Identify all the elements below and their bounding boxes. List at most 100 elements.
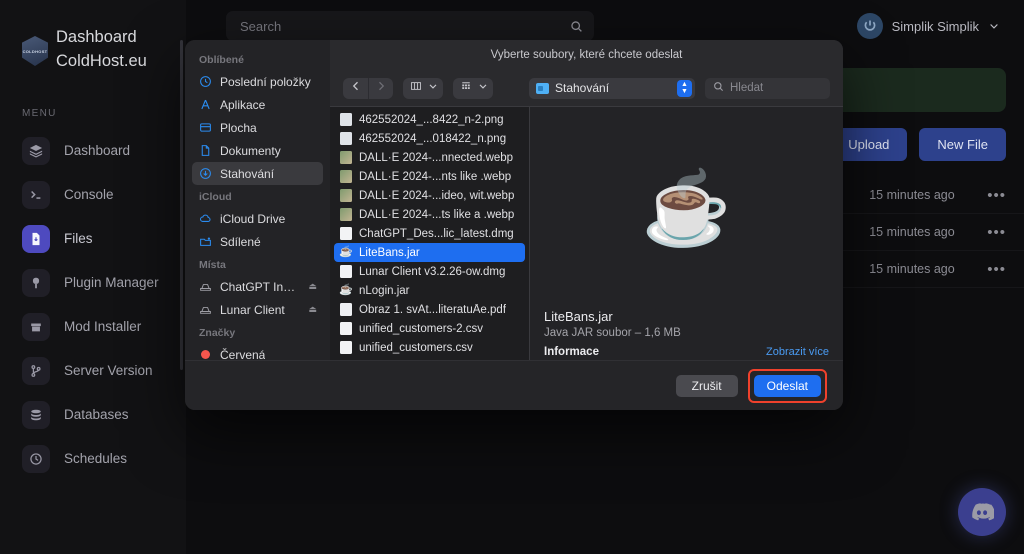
download-icon bbox=[198, 167, 212, 180]
webp-file-icon bbox=[340, 189, 352, 202]
preview-file-kind: Java JAR soubor – 1,6 MB bbox=[544, 327, 681, 339]
path-dropdown[interactable]: Stahování ▲ ▼ bbox=[529, 77, 695, 99]
show-more-link[interactable]: Zobrazit více bbox=[766, 346, 829, 358]
row-more-icon[interactable]: ••• bbox=[987, 261, 1006, 278]
forward-button[interactable] bbox=[368, 77, 393, 99]
sidebar-item-applications[interactable]: Aplikace bbox=[192, 93, 323, 116]
discord-icon bbox=[972, 502, 994, 520]
list-item[interactable]: ChatGPT_Des...lic_latest.dmg bbox=[334, 224, 525, 243]
coldhost-logo-icon: COLDHOST bbox=[22, 36, 48, 66]
row-more-icon[interactable]: ••• bbox=[987, 187, 1006, 204]
sidebar-tag-red[interactable]: Červená bbox=[192, 343, 323, 360]
list-item[interactable]: DALL·E 2024-...nts like .webp bbox=[334, 167, 525, 186]
sidebar-item-files[interactable]: Files bbox=[0, 217, 186, 261]
list-item[interactable]: ☕ nLogin.jar bbox=[334, 281, 525, 300]
sidebar-item-label: Červená bbox=[220, 347, 266, 361]
sidebar-item-shared[interactable]: Sdílené bbox=[192, 230, 323, 253]
list-item[interactable]: Lunar Client v3.2.26-ow.dmg bbox=[334, 262, 525, 281]
sidebar-item-mod-installer[interactable]: Mod Installer bbox=[0, 305, 186, 349]
list-item[interactable]: unified_customers.csv bbox=[334, 338, 525, 357]
dialog-body: Oblíbené Poslední položky Aplikace Ploch… bbox=[185, 40, 843, 360]
sidebar-item-chatgpt-installer[interactable]: ChatGPT Inst... ⏏ bbox=[192, 275, 323, 298]
up-down-stepper-icon[interactable]: ▲ ▼ bbox=[677, 79, 692, 97]
preview-pane: ☕ LiteBans.jar Java JAR soubor – 1,6 MB … bbox=[530, 107, 843, 360]
sidebar-scrollbar[interactable] bbox=[180, 40, 183, 370]
sidebar-item-label: Schedules bbox=[64, 450, 128, 466]
eject-icon[interactable]: ⏏ bbox=[308, 304, 317, 315]
webp-file-icon bbox=[340, 208, 352, 221]
file-download-icon bbox=[22, 224, 50, 253]
search-icon bbox=[713, 81, 724, 95]
chevron-down-icon bbox=[988, 20, 1000, 32]
file-name: 462552024_...8422_n-2.png bbox=[359, 113, 504, 126]
sidebar-item-console[interactable]: Console bbox=[0, 173, 186, 217]
search-box[interactable] bbox=[226, 11, 594, 41]
file-column[interactable]: 462552024_...8422_n-2.png 462552024_...0… bbox=[330, 107, 530, 360]
sidebar-item-dashboard[interactable]: Dashboard bbox=[0, 129, 186, 173]
view-group-button[interactable] bbox=[453, 77, 493, 99]
row-more-icon[interactable]: ••• bbox=[987, 224, 1006, 241]
eject-icon[interactable]: ⏏ bbox=[308, 281, 317, 292]
avatar bbox=[856, 13, 883, 39]
sidebar-item-recents[interactable]: Poslední položky bbox=[192, 70, 323, 93]
search-icon bbox=[570, 20, 583, 33]
sidebar-item-label: Dokumenty bbox=[220, 143, 281, 158]
discord-button[interactable] bbox=[958, 488, 1006, 536]
webp-file-icon bbox=[340, 151, 352, 164]
sidebar-header-icloud: iCloud bbox=[199, 191, 232, 203]
sidebar-item-label: Console bbox=[64, 186, 114, 202]
dialog-sidebar: Oblíbené Poslední položky Aplikace Ploch… bbox=[185, 40, 330, 360]
sidebar-item-databases[interactable]: Databases bbox=[0, 393, 186, 437]
sidebar-item-label: Poslední položky bbox=[220, 74, 311, 89]
brand[interactable]: COLDHOST Dashboard ColdHost.eu bbox=[0, 0, 186, 74]
back-button[interactable] bbox=[343, 78, 368, 99]
list-item[interactable]: 462552024_...018422_n.png bbox=[334, 129, 525, 148]
list-item[interactable]: DALL·E 2024-...ts like a .webp bbox=[334, 205, 525, 224]
submit-button[interactable]: Odeslat bbox=[753, 374, 821, 397]
screen: COLDHOST Dashboard ColdHost.eu MENU Dash… bbox=[0, 0, 1024, 554]
list-item[interactable]: unified_customers-2.csv bbox=[334, 319, 525, 338]
view-columns-button[interactable] bbox=[403, 77, 443, 99]
sidebar-item-label: Stahování bbox=[220, 166, 275, 181]
row-modified: 15 minutes ago bbox=[869, 262, 955, 276]
cancel-button[interactable]: Zrušit bbox=[675, 374, 738, 397]
sidebar-header-tags: Značky bbox=[199, 327, 236, 339]
menu-section-label: MENU bbox=[22, 107, 57, 119]
new-file-button[interactable]: New File bbox=[919, 128, 1006, 161]
sidebar-item-downloads[interactable]: Stahování bbox=[192, 162, 323, 185]
document-file-icon bbox=[340, 341, 352, 354]
sidebar-item-schedules[interactable]: Schedules bbox=[0, 437, 186, 481]
tag-dot-icon bbox=[198, 350, 212, 359]
sidebar-item-icloud-drive[interactable]: iCloud Drive bbox=[192, 207, 323, 230]
sidebar-item-desktop[interactable]: Plocha bbox=[192, 116, 323, 139]
list-item[interactable]: DALL·E 2024-...ideo, wit.webp bbox=[334, 186, 525, 205]
applications-icon bbox=[198, 98, 212, 111]
dialog-footer: Zrušit Odeslat bbox=[185, 360, 843, 410]
sidebar-item-lunar-client[interactable]: Lunar Client ⏏ bbox=[192, 298, 323, 321]
list-item[interactable]: DALL·E 2024-...nnected.webp bbox=[334, 148, 525, 167]
search-input[interactable] bbox=[226, 18, 594, 34]
nav-buttons[interactable] bbox=[343, 77, 393, 99]
terminal-icon bbox=[22, 180, 50, 209]
file-name: 462552024_...018422_n.png bbox=[359, 132, 507, 145]
submit-highlight: Odeslat bbox=[747, 368, 827, 403]
document-icon bbox=[198, 144, 212, 157]
list-item[interactable]: Obraz 1. svÄt...literatuÅe.pdf bbox=[334, 300, 525, 319]
sidebar-item-documents[interactable]: Dokumenty bbox=[192, 139, 323, 162]
png-file-icon bbox=[340, 132, 352, 145]
list-item-selected[interactable]: ☕ LiteBans.jar bbox=[334, 243, 525, 262]
box-icon bbox=[22, 312, 50, 341]
document-file-icon bbox=[340, 322, 352, 335]
sidebar-item-plugin-manager[interactable]: Plugin Manager bbox=[0, 261, 186, 305]
sidebar-item-label: Plocha bbox=[220, 120, 257, 135]
user-menu[interactable]: Simplik Simplik bbox=[856, 13, 1006, 39]
brand-line2: ColdHost.eu bbox=[56, 51, 147, 70]
sidebar-item-label: Aplikace bbox=[220, 97, 266, 112]
sidebar-item-label: Files bbox=[64, 230, 93, 246]
list-item[interactable]: 462552024_...8422_n-2.png bbox=[334, 110, 525, 129]
sidebar-item-server-version[interactable]: Server Version bbox=[0, 349, 186, 393]
brand-line1: Dashboard bbox=[56, 28, 137, 46]
dialog-search-input[interactable]: Hledat bbox=[705, 77, 830, 99]
file-name: unified_customers.csv bbox=[359, 341, 473, 354]
file-name: nLogin.jar bbox=[359, 284, 410, 297]
